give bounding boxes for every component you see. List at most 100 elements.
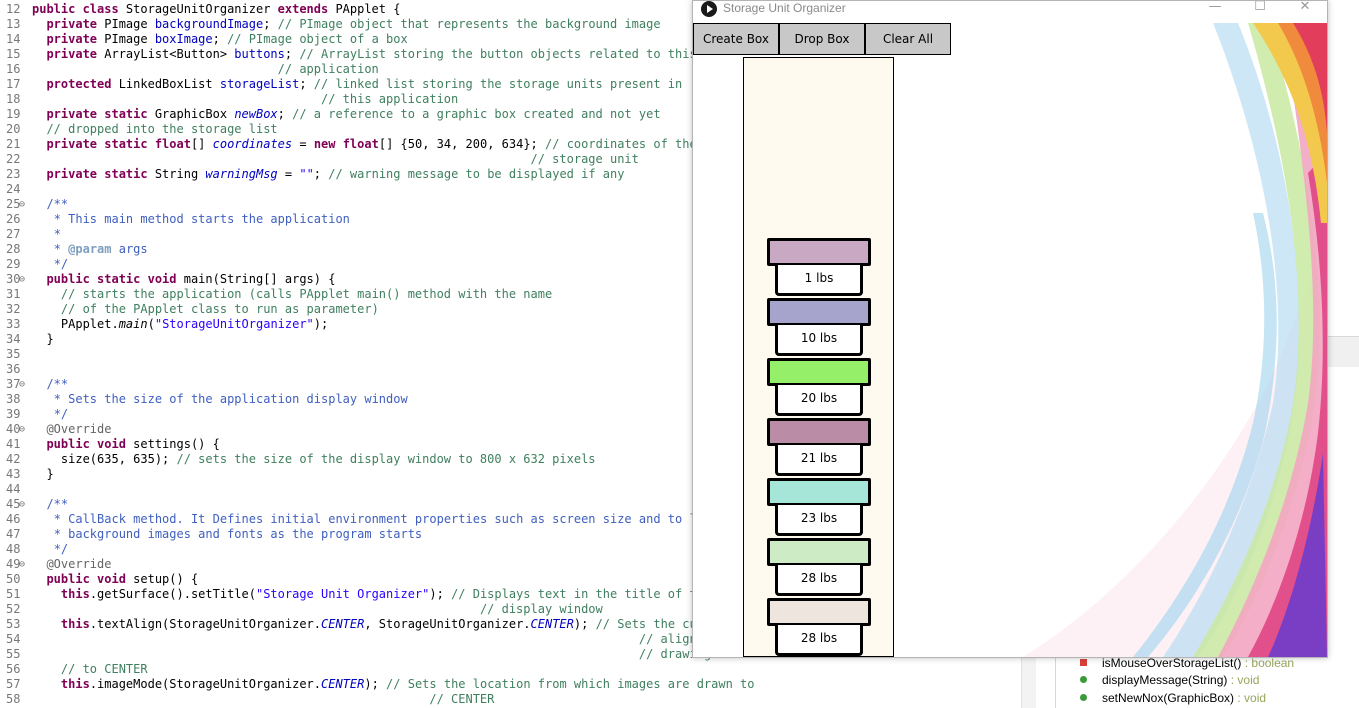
code-text: } [32,332,53,347]
code-token: * background images and fonts as the pro… [53,527,423,541]
line-number: 26 [6,212,21,226]
code-token: CENTER [530,617,574,631]
code-text: * Sets the size of the application displ… [32,392,408,407]
line-number: 43 [6,467,21,481]
minimize-icon[interactable]: — [1200,1,1230,16]
fold-toggle-icon[interactable]: ⊖ [19,377,25,392]
box-lid [767,418,871,446]
code-token: backgroundImage [154,17,264,31]
outline-item-set-new-nox[interactable]: setNewNox(GraphicBox) : void [1080,690,1266,707]
code-text: private static float[] coordinates = new… [32,137,696,152]
create-box-button[interactable]: Create Box [693,23,779,55]
code-token: ; [299,77,314,91]
code-token: @Override [46,557,112,571]
storage-unit[interactable]: 1 lbs 10 lbs 20 lbs 21 lbs 23 lbs 28 lbs [743,57,894,657]
app-canvas[interactable]: Create Box Drop Box Clear All 1 lbs 10 l… [693,23,1327,657]
code-token: // starts the application (calls PApplet… [60,287,553,301]
code-text: private PImage boxImage; // PImage objec… [32,32,407,47]
vertical-scrollbar[interactable] [1021,658,1036,708]
box-lid [767,478,871,506]
code-token: = [292,137,314,151]
code-token: ; [263,17,278,31]
line-number: 39 [6,407,21,421]
code-token: setup() { [133,572,199,586]
storage-box[interactable]: 1 lbs [767,238,871,296]
code-token: // sets the size of the display window t… [176,452,596,466]
code-token: main(String[] args) { [183,272,336,286]
code-token: public class [32,2,126,16]
line-number: 36 [6,362,21,376]
code-token: newBox [234,107,278,121]
code-text: public void settings() { [32,437,219,452]
line-number: 17 [6,77,21,91]
outline-item-return: : void [1227,673,1260,687]
fold-toggle-icon[interactable]: ⊖ [19,557,25,572]
storage-box[interactable]: 28 lbs [767,538,871,596]
box-lid [767,298,871,326]
storage-box[interactable]: 23 lbs [767,478,871,536]
code-text: protected LinkedBoxList storageList; // … [32,77,682,92]
code-text: private static GraphicBox newBox; // a r… [32,107,660,122]
line-number: 50 [6,572,21,586]
outline-item-label: setNewNox(GraphicBox) [1102,691,1235,705]
code-token: PImage [104,32,155,46]
fold-toggle-icon[interactable]: ⊖ [19,497,25,512]
clear-all-button[interactable]: Clear All [865,23,951,55]
code-token: // Sets the location from which images a… [386,677,755,691]
code-token: "Storage Unit Organizer" [255,587,430,601]
code-token: ; [212,32,228,46]
code-token: /** [46,197,69,211]
drop-box-button[interactable]: Drop Box [779,23,865,55]
fold-toggle-icon[interactable]: ⊖ [19,197,25,212]
maximize-icon[interactable]: ☐ [1245,1,1275,16]
fold-toggle-icon[interactable]: ⊖ [19,272,25,287]
line-number: 31 [6,287,21,301]
code-token: ; [277,107,293,121]
code-text: public class StorageUnitOrganizer extend… [32,2,400,17]
code-token: .getSurface().setTitle( [89,587,256,601]
code-token: // CENTER [429,692,495,706]
storage-box[interactable]: 28 lbs [767,598,871,656]
line-number: 52 [6,602,21,616]
outline-panel: isMouseOverStorageList() : boolean displ… [1055,655,1359,708]
storage-box[interactable]: 21 lbs [767,418,871,476]
code-token: [] {50, 34, 200, 634}; [378,137,546,151]
code-token: boxImage [154,32,213,46]
line-number: 24 [6,182,21,196]
code-token: * CallBack method. It Defines initial en… [53,512,719,526]
box-weight-label: 20 lbs [775,385,863,416]
code-token: public void [46,572,134,586]
outline-item-label: displayMessage(String) [1102,673,1228,687]
close-icon[interactable]: ✕ [1290,1,1320,16]
code-token: this [60,617,90,631]
box-weight-label: 28 lbs [775,625,863,656]
fold-toggle-icon[interactable]: ⊖ [19,422,25,437]
box-lid [767,358,871,386]
code-text: private static String warningMsg = ""; /… [32,167,624,182]
storage-box[interactable]: 10 lbs [767,298,871,356]
code-text: */ [32,542,68,557]
code-token: PImage [104,17,155,31]
line-number: 38 [6,392,21,406]
code-token: storageList [219,77,300,91]
box-lid [767,238,871,266]
title-bar[interactable]: Storage Unit Organizer — ☐ ✕ [693,1,1327,23]
code-token: PApplet { [335,2,401,16]
line-number: 13 [6,17,21,31]
storage-box[interactable]: 20 lbs [767,358,871,416]
box-weight-label: 23 lbs [775,505,863,536]
outline-item-display-message[interactable]: displayMessage(String) : void [1080,672,1260,689]
